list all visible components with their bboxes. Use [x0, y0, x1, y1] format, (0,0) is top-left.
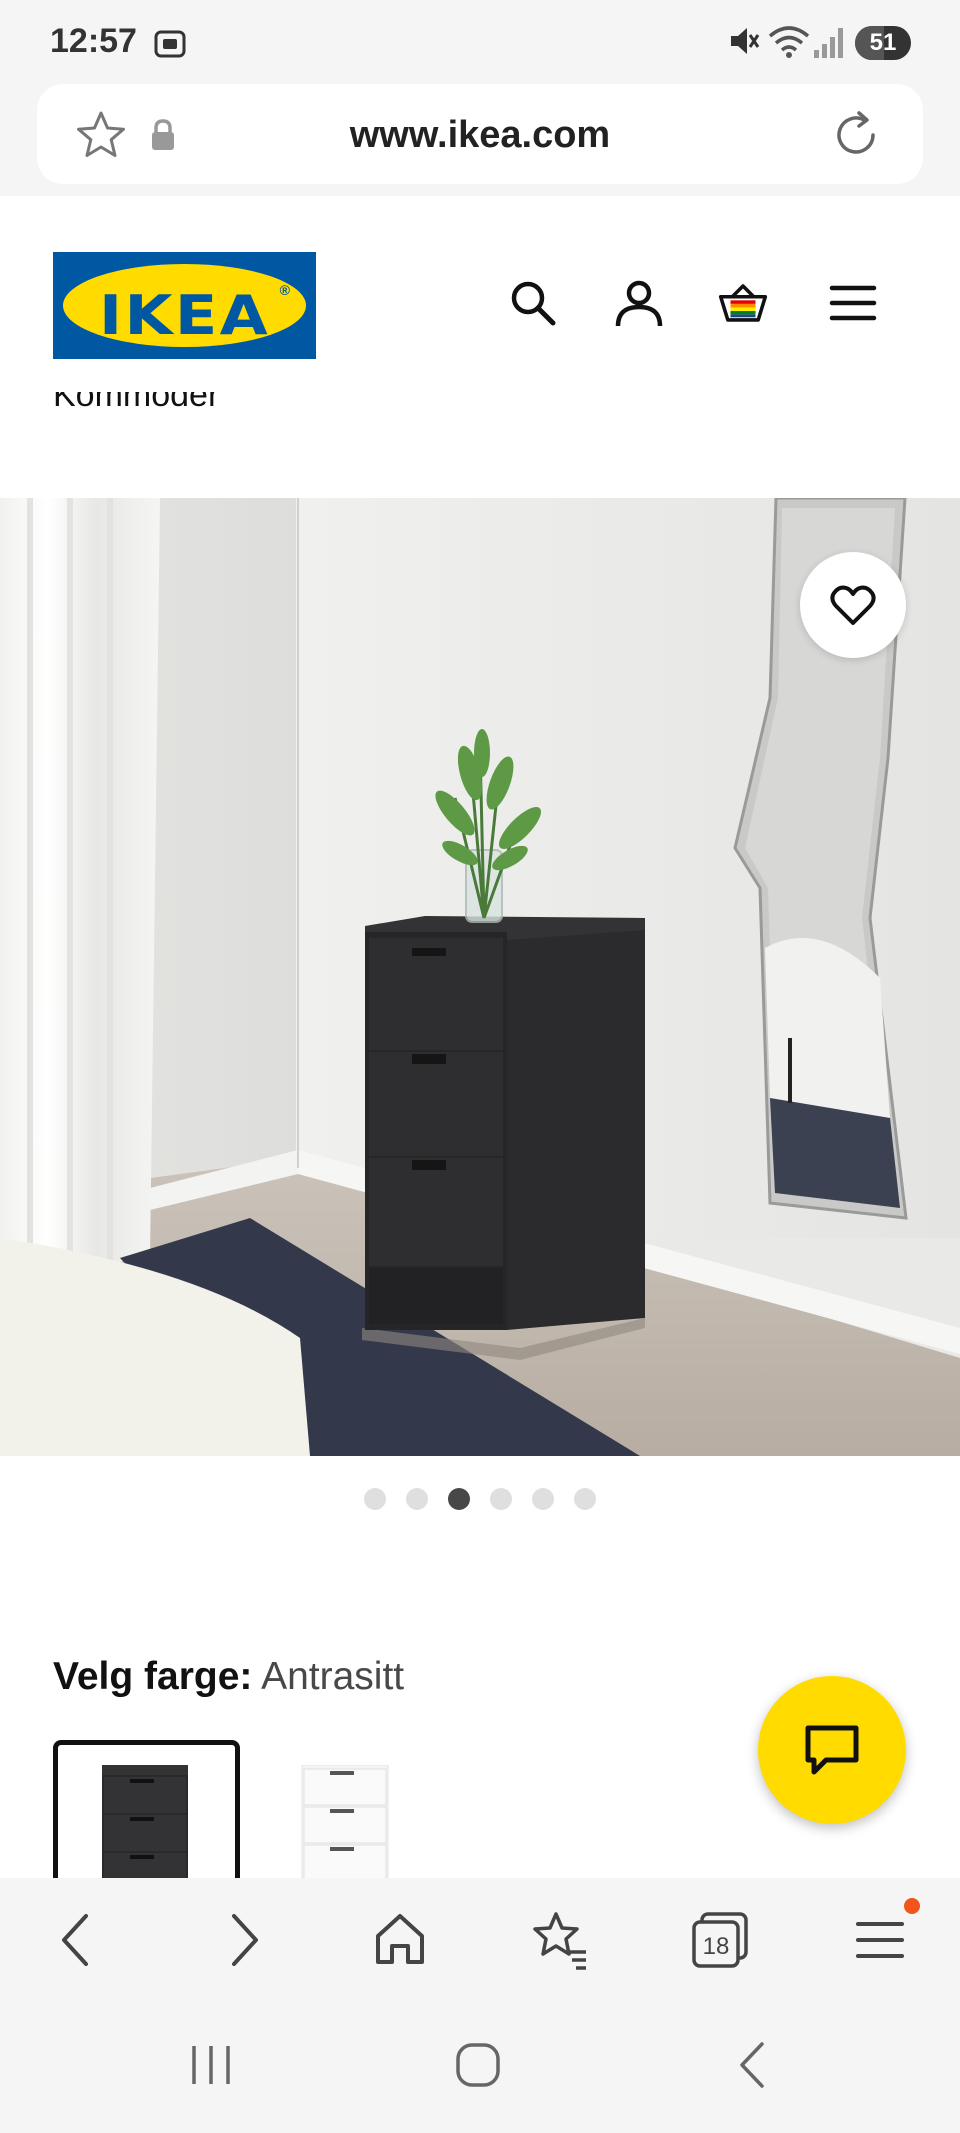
status-time: 12:57 — [50, 22, 137, 60]
mute-icon — [731, 28, 760, 54]
carousel-dot-active[interactable] — [448, 1488, 470, 1510]
url-bar[interactable]: www.ikea.com — [37, 84, 923, 184]
heart-icon — [830, 585, 876, 625]
reload-icon[interactable] — [829, 108, 883, 162]
back-icon[interactable] — [46, 1908, 110, 1972]
search-icon[interactable] — [508, 278, 558, 328]
recent-apps-icon[interactable] — [186, 2040, 236, 2090]
forward-icon[interactable] — [210, 1908, 274, 1972]
screenshot-icon — [154, 30, 186, 58]
favourite-button[interactable] — [800, 552, 906, 658]
color-label: Velg farge: Antrasitt — [53, 1655, 404, 1699]
carousel-dot[interactable] — [532, 1488, 554, 1510]
url-text[interactable]: www.ikea.com — [37, 114, 923, 157]
carousel-dots — [0, 1488, 960, 1512]
browser-bottom-bar: 18 — [0, 1878, 960, 2004]
browser-toolbar: www.ikea.com — [0, 84, 960, 196]
carousel-dot[interactable] — [490, 1488, 512, 1510]
carousel-dot[interactable] — [364, 1488, 386, 1510]
anthracite-chest-thumbnail — [102, 1765, 188, 1880]
carousel-dot[interactable] — [574, 1488, 596, 1510]
chat-icon — [805, 1725, 859, 1775]
color-label-title: Velg farge: — [53, 1655, 253, 1698]
battery-icon: 51 — [855, 26, 911, 60]
tabs-icon[interactable]: 18 — [688, 1908, 752, 1972]
system-navigation-bar — [0, 2004, 960, 2133]
home-button-icon[interactable] — [454, 2040, 504, 2090]
tab-count: 18 — [703, 1933, 730, 1960]
cart-icon[interactable] — [718, 278, 768, 328]
site-header: IKEA ® — [0, 196, 960, 386]
selected-color: Antrasitt — [261, 1655, 405, 1698]
status-bar: 12:57 51 — [0, 0, 960, 84]
wifi-icon — [768, 26, 810, 58]
ikea-logo[interactable]: IKEA ® — [53, 252, 316, 359]
bookmarks-icon[interactable] — [528, 1908, 592, 1972]
account-icon[interactable] — [614, 278, 664, 328]
white-chest-thumbnail — [301, 1765, 389, 1880]
menu-icon[interactable] — [828, 278, 878, 328]
chat-button[interactable] — [758, 1676, 906, 1824]
breadcrumb-label[interactable]: Kommoder — [53, 392, 219, 414]
breadcrumb[interactable]: Kommoder — [53, 392, 219, 426]
signal-icon — [814, 28, 843, 58]
browser-menu-icon[interactable] — [848, 1908, 912, 1972]
system-back-icon[interactable] — [728, 2040, 778, 2090]
notification-dot — [904, 1898, 920, 1914]
color-swatch-white[interactable] — [258, 1740, 445, 1880]
home-icon[interactable] — [368, 1908, 432, 1972]
carousel-dot[interactable] — [406, 1488, 428, 1510]
battery-level: 51 — [869, 29, 897, 56]
color-swatch-anthracite[interactable] — [53, 1740, 240, 1880]
